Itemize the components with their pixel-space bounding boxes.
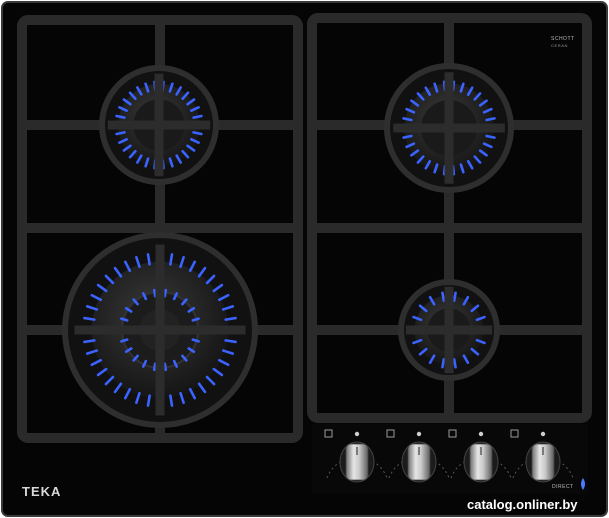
flame — [83, 339, 96, 344]
gas-hob-photo: TEKA SCHOTT CERAN DIRECT catalog.onliner… — [1, 1, 608, 517]
burner-front-left — [62, 232, 258, 428]
knob-position-dot-icon — [478, 431, 484, 437]
flame — [163, 288, 168, 298]
flame — [485, 117, 496, 122]
knob-position-dot-icon — [540, 431, 546, 437]
burner-rear-right — [384, 63, 514, 193]
brand-logo: TEKA — [22, 484, 61, 499]
flame — [452, 358, 457, 369]
flame — [192, 131, 203, 136]
flame — [441, 358, 446, 369]
svg-text:DIRECT: DIRECT — [552, 484, 574, 490]
flame — [402, 134, 413, 139]
burner-front-right — [398, 279, 500, 381]
flame — [146, 394, 151, 407]
flame — [485, 134, 496, 139]
burner-rear-left — [99, 65, 219, 185]
flame — [83, 316, 96, 321]
flame — [152, 288, 157, 298]
schott-ceran-mark-sub: CERAN — [551, 43, 568, 48]
schott-ceran-mark: SCHOTT — [551, 36, 575, 42]
flame — [441, 291, 446, 302]
flame — [146, 253, 151, 266]
flame — [120, 317, 129, 322]
flame — [452, 291, 457, 302]
flame — [169, 253, 174, 266]
flame — [152, 362, 157, 372]
flame — [192, 114, 203, 119]
flame — [224, 316, 237, 321]
flame — [115, 114, 126, 119]
flame — [163, 362, 168, 372]
flame — [120, 338, 129, 343]
watermark: catalog.onliner.by — [467, 497, 578, 512]
flame — [402, 117, 413, 122]
flame — [115, 131, 126, 136]
knob-position-dot-icon — [354, 431, 360, 437]
flame — [191, 338, 200, 343]
flame — [224, 339, 237, 344]
knob-position-dot-icon — [416, 431, 422, 437]
flame — [191, 317, 200, 322]
flame — [169, 394, 174, 407]
